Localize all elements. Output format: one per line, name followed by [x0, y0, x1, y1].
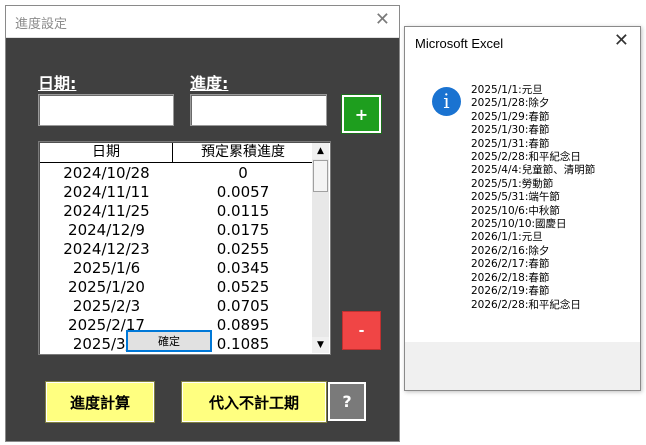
list-header: 日期 預定累積進度 [40, 143, 313, 163]
row-date: 2025/1/6 [72, 259, 141, 277]
row-date: 2025/1/20 [68, 278, 145, 296]
apply-non-working-days-button[interactable]: 代入不計工期 [181, 381, 327, 423]
date-input[interactable] [38, 94, 174, 126]
help-button[interactable]: ? [328, 382, 366, 421]
scroll-thumb[interactable] [313, 160, 328, 192]
column-header-progress: 預定累積進度 [201, 144, 285, 160]
row-date: 2024/10/28 [63, 164, 150, 182]
list-scrollbar[interactable]: ▲ ▼ [312, 143, 329, 353]
row-date: 2024/12/23 [63, 240, 150, 258]
row-progress: 0 [238, 164, 248, 182]
row-progress: 0.0525 [216, 278, 270, 296]
holiday-line: 2025/1/29:春節 [471, 110, 550, 123]
holiday-line: 2025/1/28:除夕 [471, 97, 550, 110]
delete-button[interactable]: - [342, 311, 381, 350]
list-row[interactable]: 2024/11/25 0.0115 [40, 202, 313, 221]
holiday-line: 2025/5/31:端午節 [471, 191, 560, 204]
row-date: 2024/12/9 [68, 221, 145, 239]
holiday-line: 2025/10/6:中秋節 [471, 204, 560, 217]
ok-button[interactable]: 確定 [126, 330, 212, 352]
form-title: 進度設定 [15, 17, 68, 32]
holiday-line: 2026/2/18:春節 [471, 271, 550, 284]
msgbox-footer [405, 342, 640, 390]
row-date: 2024/11/11 [63, 183, 150, 201]
progress-input[interactable] [190, 94, 327, 126]
holiday-line: 2026/2/17:春節 [471, 258, 550, 271]
holiday-line: 2026/2/19:春節 [471, 285, 550, 298]
row-progress: 0.0705 [216, 297, 270, 315]
list-row[interactable]: 2024/10/28 0 [40, 164, 313, 183]
scroll-up-icon[interactable]: ▲ [312, 143, 329, 159]
add-button[interactable]: + [341, 94, 382, 134]
date-label: 日期: [38, 74, 77, 93]
form-close-icon[interactable]: ✕ [375, 10, 390, 30]
holiday-line: 2025/5/1:勞動節 [471, 177, 554, 190]
holiday-line: 2026/2/16:除夕 [471, 244, 550, 257]
list-row[interactable]: 2024/12/23 0.0255 [40, 240, 313, 259]
list-row[interactable]: 2024/11/11 0.0057 [40, 183, 313, 202]
row-progress: 0.0115 [216, 202, 270, 220]
row-progress: 0.0057 [216, 183, 270, 201]
row-date: 2024/11/25 [63, 202, 150, 220]
list-row[interactable]: 2025/2/3 0.0705 [40, 297, 313, 316]
holiday-line: 2025/1/31:春節 [471, 137, 550, 150]
info-icon: i [432, 87, 461, 116]
holiday-line: 2026/2/28:和平紀念日 [471, 298, 581, 311]
holiday-line: 2025/10/10:國慶日 [471, 218, 567, 231]
holiday-line: 2025/2/28:和平紀念日 [471, 151, 581, 164]
column-header-date: 日期 [40, 143, 173, 162]
calculate-progress-button[interactable]: 進度計算 [45, 381, 155, 423]
list-row[interactable]: 2025/1/6 0.0345 [40, 259, 313, 278]
holiday-line: 2026/1/1:元旦 [471, 231, 543, 244]
holiday-list: 2025/1/1:元旦 2025/1/28:除夕 2025/1/29:春節 20… [471, 84, 595, 312]
progress-listbox[interactable]: 日期 預定累積進度 2024/10/28 0 2024/11/11 0.0057 2… [38, 141, 331, 355]
row-progress: 0.0175 [216, 221, 270, 239]
row-date: 2025/2/3 [72, 297, 141, 315]
list-rows: 2024/10/28 0 2024/11/11 0.0057 2024/11/25 0… [40, 164, 313, 354]
row-progress: 0.0345 [216, 259, 270, 277]
msgbox-title: Microsoft Excel [415, 36, 504, 51]
list-row[interactable]: 2025/1/20 0.0525 [40, 278, 313, 297]
holiday-line: 2025/4/4:兒童節、清明節 [471, 164, 596, 177]
holiday-line: 2025/1/30:春節 [471, 124, 550, 137]
scroll-down-icon[interactable]: ▼ [312, 337, 329, 353]
progress-label: 進度: [190, 74, 229, 93]
list-row[interactable]: 2024/12/9 0.0175 [40, 221, 313, 240]
row-progress: 0.0255 [216, 240, 270, 258]
excel-message-box: Microsoft Excel ✕ i 2025/1/1:元旦 2025/1/2… [404, 26, 641, 391]
holiday-line: 2025/1/1:元旦 [471, 84, 543, 96]
form-title-bar: 進度設定 ✕ [6, 6, 399, 38]
progress-settings-form: 進度設定 ✕ 日期: 進度: + 日期 預定累積進度 2024/10/28 0 2… [5, 5, 400, 442]
msgbox-close-icon[interactable]: ✕ [614, 31, 629, 51]
